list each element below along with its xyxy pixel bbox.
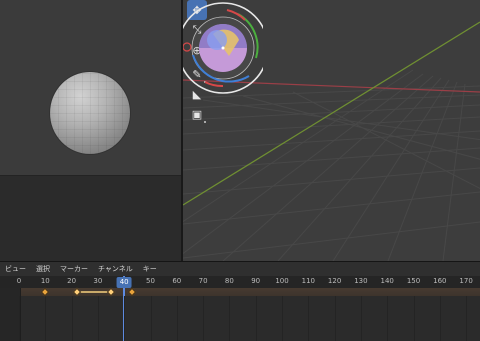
frame-grid-line [334,296,336,341]
frame-tick-label: 60 [172,277,182,285]
frame-grid-line [439,296,441,341]
frame-grid-line [308,296,310,341]
frame-grid-line [203,296,205,341]
frame-tick-label: 170 [459,277,473,285]
3d-viewport[interactable]: ✥ ⤡ ⊕ ✎ ◣ ▣ [183,0,480,261]
frame-tick-label: 0 [16,277,22,285]
timeline-header: ビュー 選択 マーカー チャンネル キー [0,262,480,276]
frame-grid-line [71,296,73,341]
frame-tick-label: 20 [67,277,77,285]
frame-tick-label: 30 [93,277,103,285]
menu-key[interactable]: キー [138,262,162,276]
frame-grid-line [387,296,389,341]
timeline-editor[interactable]: ビュー 選択 マーカー チャンネル キー 0 10 20 30 50 60 70 80 90 10… [0,261,480,341]
frame-tick-label: 10 [40,277,50,285]
frame-tick-label: 130 [354,277,368,285]
frame-grid-line [97,296,99,341]
frame-tick-label: 70 [198,277,208,285]
frame-grid-line [229,296,231,341]
frame-grid-line [282,296,283,341]
frame-grid-line [176,296,178,341]
frame-tick-label: 110 [301,277,315,285]
menu-view[interactable]: ビュー [0,262,31,276]
frame-tick-label: 140 [380,277,394,285]
sphere-object [50,72,130,154]
frame-grid-line [255,296,257,341]
current-frame-indicator[interactable]: 40 [116,277,132,288]
frame-tick-label: 150 [406,277,421,285]
menu-select[interactable]: 選択 [31,262,55,276]
frame-tick-label: 50 [146,277,155,285]
frame-tick-label: 80 [224,277,234,285]
frame-tick-label: 160 [433,277,447,285]
frame-grid-line [413,296,415,341]
channel-list [0,288,21,341]
frame-ruler[interactable]: 0 10 20 30 50 60 70 80 90 100 110 120 130 140 150 160 17… [0,276,480,288]
rotate-gizmo[interactable] [183,0,263,98]
menu-marker[interactable]: マーカー [55,262,93,276]
frame-grid-line [360,296,362,341]
frame-grid-line [124,296,126,341]
left-lower-panel [0,175,181,261]
frame-grid-line [466,296,468,341]
frame-tick-label: 120 [327,277,342,285]
frame-tick-label: 100 [275,277,289,285]
frame-grid-line [45,296,47,341]
menu-channel[interactable]: チャンネル [93,262,138,276]
frame-grid-line [19,296,20,341]
frame-grid-line [150,296,152,341]
frame-tick-label: 90 [251,277,261,285]
render-preview-panel [0,0,181,175]
add-cube-tool-icon[interactable]: ▣ [187,104,207,124]
